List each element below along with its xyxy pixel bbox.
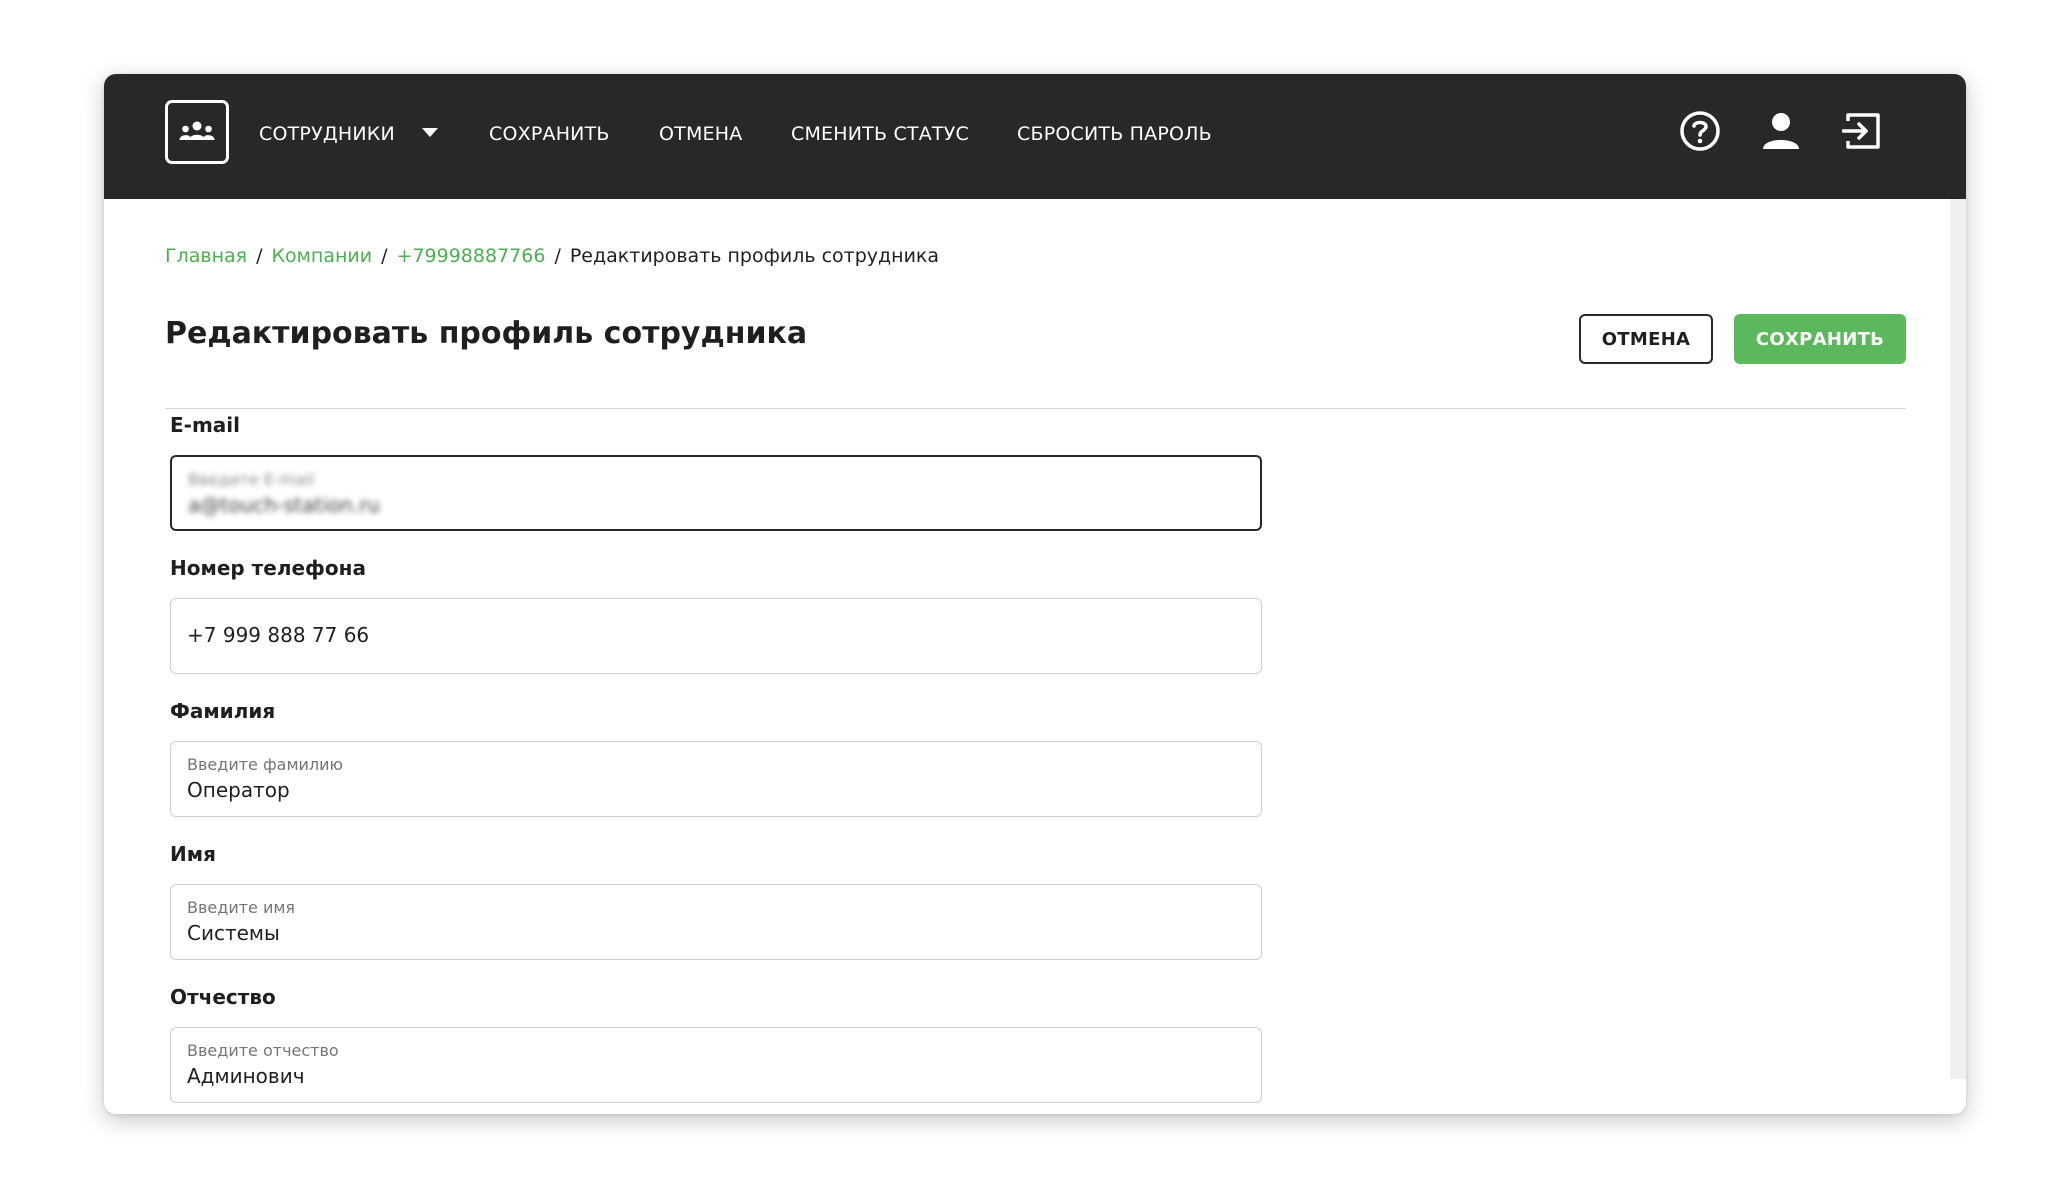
- middle-name-value: Админович: [187, 1064, 305, 1088]
- email-placeholder: Введите E-mail: [188, 470, 315, 489]
- breadcrumb-separator: /: [381, 245, 388, 267]
- breadcrumb-phone-link[interactable]: +79998887766: [397, 245, 546, 267]
- first-name-label: Имя: [170, 842, 216, 866]
- first-name-field[interactable]: Введите имя Системы: [170, 884, 1262, 960]
- divider: [165, 408, 1906, 409]
- top-navigation-bar: СОТРУДНИКИ СОХРАНИТЬ ОТМЕНА СМЕНИТЬ СТАТ…: [104, 74, 1966, 199]
- logout-icon[interactable]: [1839, 108, 1885, 154]
- nav-employees-dropdown[interactable]: СОТРУДНИКИ: [259, 120, 395, 148]
- breadcrumb-home-link[interactable]: Главная: [165, 245, 247, 267]
- help-icon[interactable]: [1677, 108, 1723, 154]
- email-label: E-mail: [170, 413, 241, 437]
- breadcrumb-separator: /: [256, 245, 263, 267]
- breadcrumb: Главная / Компании / +79998887766 / Редактиров…: [165, 242, 939, 270]
- first-name-placeholder: Введите имя: [187, 898, 296, 917]
- breadcrumb-current: Редактировать профиль сотрудника: [569, 245, 940, 267]
- last-name-value: Оператор: [187, 778, 290, 802]
- app-window: СОТРУДНИКИ СОХРАНИТЬ ОТМЕНА СМЕНИТЬ СТАТ…: [104, 74, 1966, 1114]
- cancel-button[interactable]: ОТМЕНА: [1579, 314, 1713, 364]
- last-name-placeholder: Введите фамилию: [187, 755, 344, 774]
- email-field[interactable]: Введите E-mail a@touch-station.ru: [170, 455, 1262, 531]
- breadcrumb-companies-link[interactable]: Компании: [271, 245, 372, 267]
- user-icon[interactable]: [1758, 108, 1804, 154]
- middle-name-placeholder: Введите отчество: [187, 1041, 339, 1060]
- last-name-label: Фамилия: [170, 699, 276, 723]
- team-icon[interactable]: [165, 100, 229, 164]
- chevron-down-icon[interactable]: [422, 128, 438, 137]
- middle-name-field[interactable]: Введите отчество Админович: [170, 1027, 1262, 1103]
- breadcrumb-separator: /: [554, 245, 561, 267]
- middle-name-label: Отчество: [170, 985, 276, 1009]
- page-title: Редактировать профиль сотрудника: [165, 316, 808, 351]
- first-name-value: Системы: [187, 921, 280, 945]
- nav-cancel[interactable]: ОТМЕНА: [659, 120, 742, 148]
- phone-value: +7 999 888 77 66: [187, 623, 370, 647]
- last-name-field[interactable]: Введите фамилию Оператор: [170, 741, 1262, 817]
- nav-reset-password[interactable]: СБРОСИТЬ ПАРОЛЬ: [1017, 120, 1212, 148]
- phone-label: Номер телефона: [170, 556, 366, 580]
- phone-field[interactable]: +7 999 888 77 66: [170, 598, 1262, 674]
- nav-save[interactable]: СОХРАНИТЬ: [489, 120, 610, 148]
- scrollbar[interactable]: [1950, 199, 1966, 1079]
- save-button[interactable]: СОХРАНИТЬ: [1734, 314, 1906, 364]
- email-value: a@touch-station.ru: [188, 493, 380, 517]
- nav-change-status[interactable]: СМЕНИТЬ СТАТУС: [791, 120, 969, 148]
